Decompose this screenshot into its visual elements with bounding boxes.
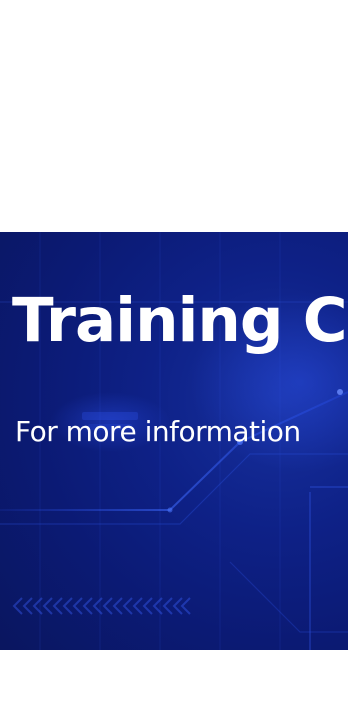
hero-title: Training C	[12, 285, 347, 356]
hero-subtitle: For more information	[15, 415, 301, 448]
hero-banner: Training C For more information	[0, 232, 348, 650]
top-blank-area	[0, 0, 348, 232]
bottom-blank-area	[0, 650, 348, 727]
page: Training C For more information	[0, 0, 348, 727]
